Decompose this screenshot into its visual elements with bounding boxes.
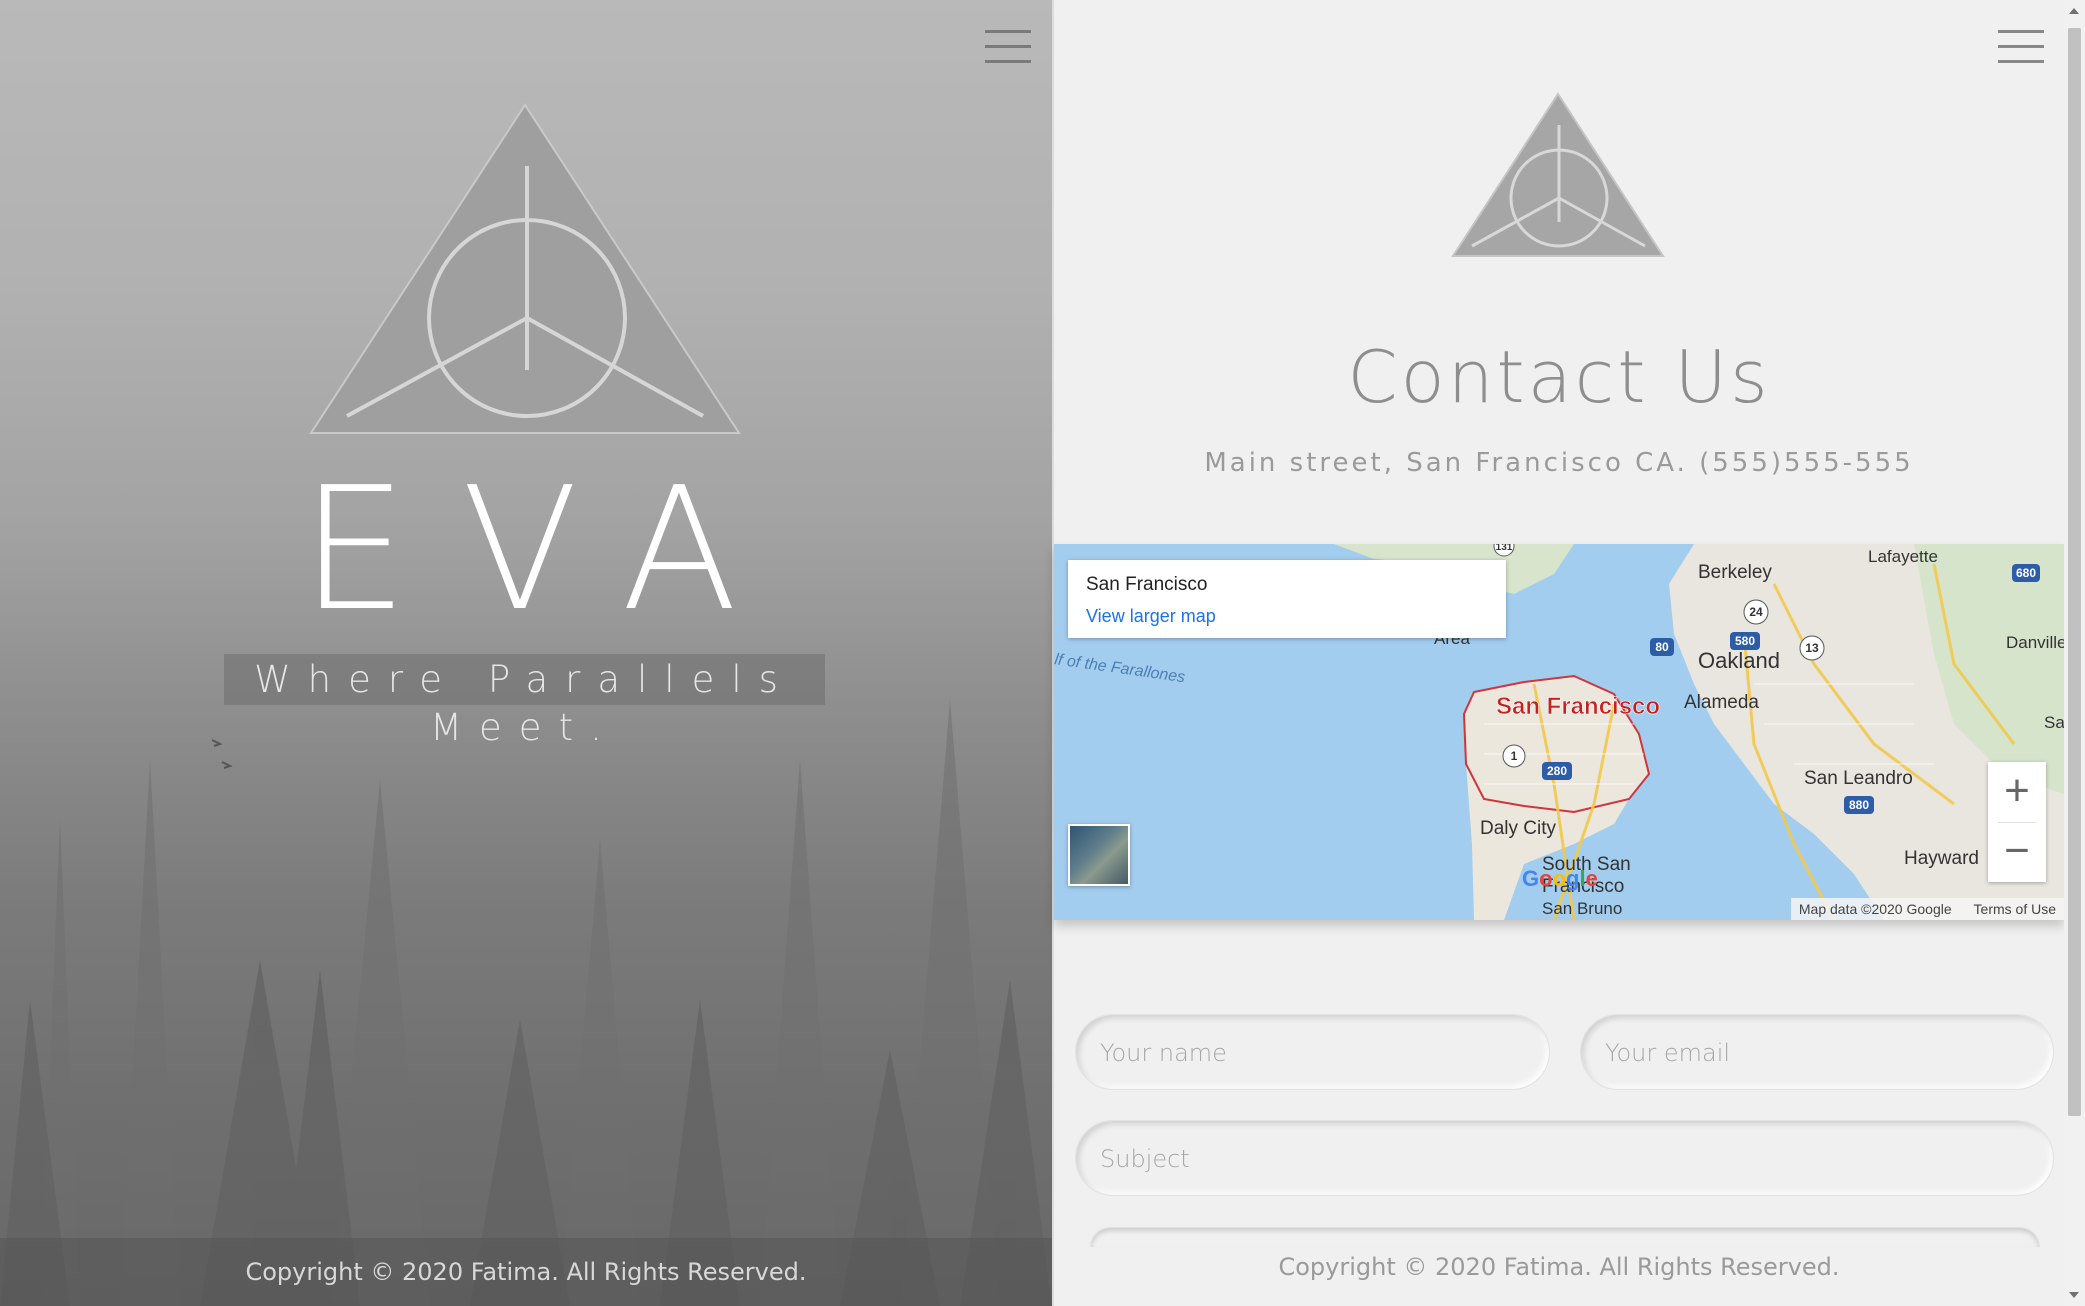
page-scrollbar[interactable]	[2064, 0, 2085, 1306]
hw-880: 880	[1849, 798, 1869, 812]
map-label-san-leandro: San Leandro	[1804, 768, 1913, 789]
hw-280: 280	[1547, 764, 1567, 778]
hw-580: 580	[1735, 634, 1755, 648]
map-place-card: San Francisco View larger map	[1068, 560, 1506, 638]
hw-13: 13	[1805, 641, 1819, 655]
email-input[interactable]	[1603, 1015, 2031, 1091]
map-label-danville: Danville	[2006, 633, 2064, 652]
right-menu-button[interactable]	[1998, 30, 2044, 64]
zoom-out-button[interactable]: −	[1988, 822, 2046, 882]
subject-field[interactable]	[1075, 1120, 2054, 1197]
map-label-city: San Francisco	[1496, 693, 1660, 720]
triangle-logo-icon	[309, 103, 741, 434]
scrollbar-thumb[interactable]	[2068, 28, 2081, 1116]
email-field[interactable]	[1580, 1014, 2054, 1091]
map-label-sa: Sa	[2044, 713, 2064, 732]
hw-131: 131	[1496, 544, 1513, 553]
map-label-san-bruno: San Bruno	[1542, 899, 1622, 918]
scroll-up-icon[interactable]	[2069, 8, 2079, 14]
subject-input[interactable]	[1098, 1121, 2031, 1197]
contact-title: Contact Us	[1347, 335, 1771, 419]
satellite-toggle-button[interactable]	[1068, 824, 1130, 886]
map-place-title: San Francisco	[1086, 574, 1208, 595]
message-field[interactable]	[1090, 1227, 2040, 1247]
terms-of-use-link[interactable]: Terms of Use	[1974, 901, 2056, 917]
hw-80: 80	[1655, 640, 1669, 654]
triangle-logo-icon-small	[1451, 92, 1665, 257]
contact-address: Main street, San Francisco CA. (555)555-…	[1204, 448, 1914, 478]
map-label-berkeley: Berkeley	[1698, 562, 1772, 583]
view-larger-map-link[interactable]: View larger map	[1086, 606, 1216, 627]
map-label-hayward: Hayward	[1904, 848, 1979, 869]
brand-title: EVA	[300, 451, 792, 649]
embedded-map[interactable]: San Francisco Berkeley Lafayette Oakland…	[1054, 544, 2064, 920]
contact-panel: Contact Us Main street, San Francisco CA…	[1052, 0, 2085, 1306]
hero-copyright: Copyright © 2020 Fatima. All Rights Rese…	[245, 1258, 807, 1286]
scroll-down-icon[interactable]	[2069, 1292, 2079, 1298]
hw-1: 1	[1511, 749, 1518, 763]
contact-copyright: Copyright © 2020 Fatima. All Rights Rese…	[1278, 1253, 1840, 1281]
zoom-in-button[interactable]: +	[1988, 762, 2046, 822]
map-zoom-controls: + −	[1988, 762, 2046, 882]
name-input[interactable]	[1098, 1015, 1527, 1091]
left-menu-button[interactable]	[985, 30, 1031, 64]
google-logo: Google	[1522, 866, 1598, 891]
map-label-alameda: Alameda	[1684, 692, 1759, 713]
map-data-text: Map data ©2020 Google	[1798, 901, 1952, 917]
map-label-daly-city: Daly City	[1480, 818, 1557, 839]
hero-panel: EVA Where Parallels Meet. Copyright © 20…	[0, 0, 1052, 1306]
hw-680: 680	[2016, 566, 2036, 580]
map-label-lafayette: Lafayette	[1868, 547, 1938, 566]
hero-footer: Copyright © 2020 Fatima. All Rights Rese…	[0, 1238, 1052, 1306]
name-field[interactable]	[1075, 1014, 1550, 1091]
hw-24: 24	[1749, 605, 1763, 619]
map-label-oakland: Oakland	[1698, 648, 1780, 673]
map-attribution: Map data ©2020 Google Terms of Use	[1790, 898, 2064, 920]
tagline: Where Parallels Meet.	[254, 658, 795, 749]
